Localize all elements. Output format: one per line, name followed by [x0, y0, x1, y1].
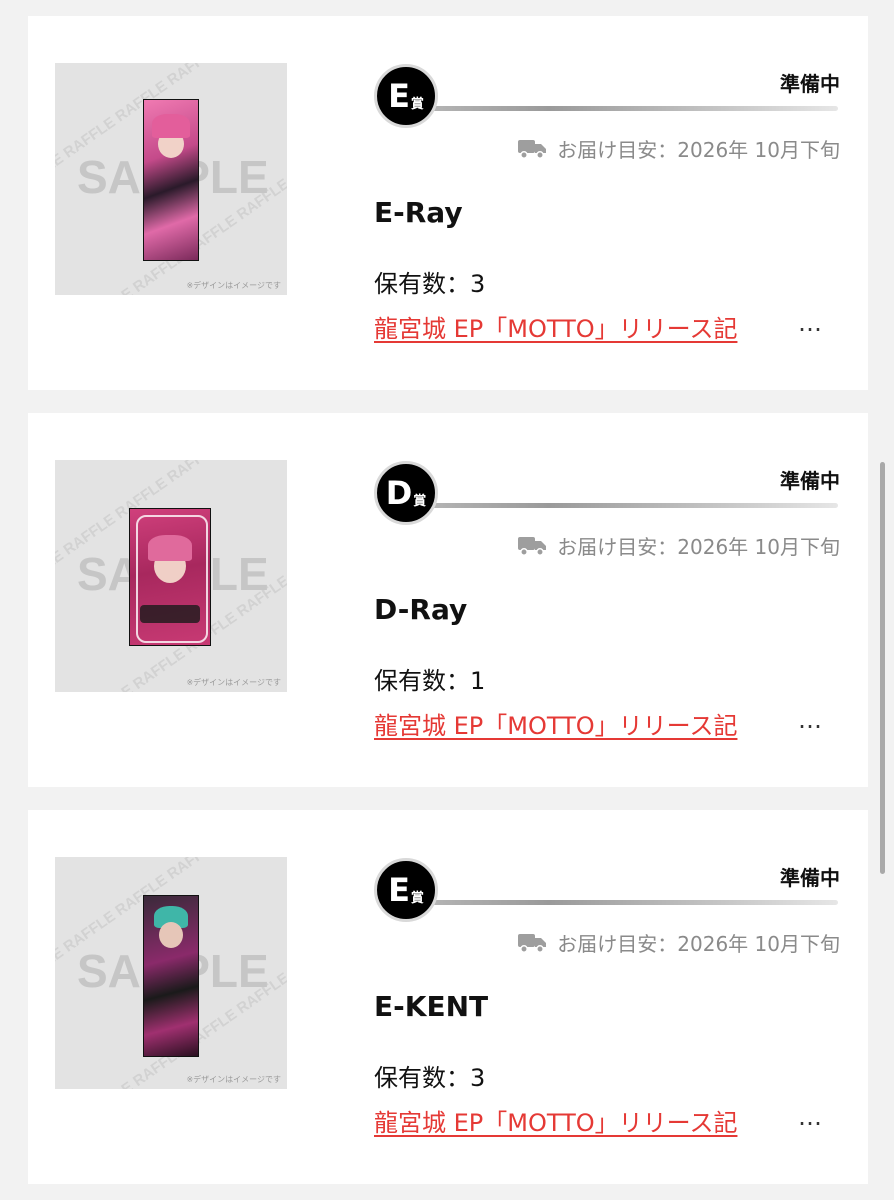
- status-label: 準備中: [780, 866, 840, 890]
- prize-info: E賞 準備中 お届け目安：2026年 10月下旬 E-Ray 保有数：3 龍宮城…: [374, 16, 840, 390]
- thumbnail-note: ※デザインはイメージです: [186, 1075, 281, 1084]
- prize-info: E賞 準備中 お届け目安：2026年 10月下旬 E-KENT 保有数：3 龍宮…: [374, 810, 840, 1184]
- progress-bar: [426, 503, 838, 508]
- delivery-text: お届け目安：2026年 10月下旬: [557, 932, 840, 956]
- truck-icon: [518, 139, 547, 159]
- prize-badge: E賞: [374, 64, 438, 128]
- thumbnail-note: ※デザインはイメージです: [186, 281, 281, 290]
- status-label: 準備中: [780, 72, 840, 96]
- truck-icon: [518, 933, 547, 953]
- quantity-label: 保有数：3: [374, 1064, 486, 1092]
- delivery-estimate: お届け目安：2026年 10月下旬: [517, 928, 840, 957]
- link-ellipsis: …: [798, 1103, 822, 1131]
- product-thumbnail[interactable]: RAFFLE RAFFLE RAFFLE RAFFLE RAFFLE RAFFL…: [55, 460, 287, 692]
- prize-card[interactable]: RAFFLE RAFFLE RAFFLE RAFFLE RAFFLE RAFFL…: [28, 413, 868, 787]
- progress-bar: [426, 106, 838, 111]
- prize-badge: D賞: [374, 461, 438, 525]
- badge-letter: E: [388, 77, 410, 115]
- link-ellipsis: …: [798, 309, 822, 337]
- delivery-text: お届け目安：2026年 10月下旬: [557, 138, 840, 162]
- product-thumbnail[interactable]: RAFFLE RAFFLE RAFFLE RAFFLE RAFFLE RAFFL…: [55, 63, 287, 295]
- product-thumbnail[interactable]: RAFFLE RAFFLE RAFFLE RAFFLE RAFFLE RAFFL…: [55, 857, 287, 1089]
- campaign-link[interactable]: 龍宮城 EP「MOTTO」リリース記: [374, 706, 737, 741]
- delivery-estimate: お届け目安：2026年 10月下旬: [517, 531, 840, 560]
- progress-bar: [426, 900, 838, 905]
- campaign-link[interactable]: 龍宮城 EP「MOTTO」リリース記: [374, 1103, 737, 1138]
- product-photo: [143, 99, 199, 261]
- delivery-text: お届け目安：2026年 10月下旬: [557, 535, 840, 559]
- quantity-label: 保有数：1: [374, 667, 486, 695]
- badge-letter: D: [385, 474, 413, 512]
- product-photo: [143, 895, 199, 1057]
- badge-letter: E: [388, 871, 410, 909]
- truck-icon: [518, 536, 547, 556]
- scrollbar[interactable]: [880, 462, 885, 874]
- badge-sub: 賞: [410, 96, 424, 112]
- prize-name: E-KENT: [374, 990, 489, 1023]
- badge-sub: 賞: [410, 890, 424, 906]
- product-photo: [129, 508, 211, 646]
- prize-name: E-Ray: [374, 196, 463, 229]
- badge-sub: 賞: [413, 493, 427, 509]
- link-ellipsis: …: [798, 706, 822, 734]
- prize-card[interactable]: RAFFLE RAFFLE RAFFLE RAFFLE RAFFLE RAFFL…: [28, 810, 868, 1184]
- delivery-estimate: お届け目安：2026年 10月下旬: [517, 134, 840, 163]
- thumbnail-note: ※デザインはイメージです: [186, 678, 281, 687]
- prize-name: D-Ray: [374, 593, 468, 626]
- status-label: 準備中: [780, 469, 840, 493]
- campaign-link[interactable]: 龍宮城 EP「MOTTO」リリース記: [374, 309, 737, 344]
- quantity-label: 保有数：3: [374, 270, 486, 298]
- prize-badge: E賞: [374, 858, 438, 922]
- prize-info: D賞 準備中 お届け目安：2026年 10月下旬 D-Ray 保有数：1 龍宮城…: [374, 413, 840, 787]
- prize-card[interactable]: RAFFLE RAFFLE RAFFLE RAFFLE RAFFLE RAFFL…: [28, 16, 868, 390]
